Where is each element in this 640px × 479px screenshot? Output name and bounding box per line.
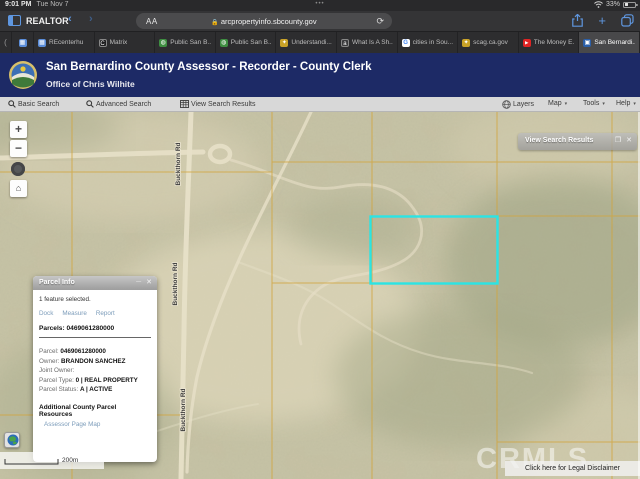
tab-favicon: a [341, 39, 349, 47]
battery-icon [623, 2, 636, 8]
road-label: Buckthorn Rd [180, 388, 187, 431]
tab-public-san-b-2[interactable]: ◍Public San B... [216, 32, 277, 53]
basemap-toggle-button[interactable] [4, 432, 20, 448]
view-search-results-button[interactable]: View Search Results [180, 100, 255, 108]
chevron-down-icon: ▾ [633, 101, 636, 107]
search-icon [8, 100, 16, 108]
report-link[interactable]: Report [96, 310, 115, 317]
dock-link[interactable]: Dock [39, 310, 53, 317]
tab-favicon: ◍ [220, 39, 228, 47]
tab-favicon: ▦ [38, 39, 46, 47]
url-text: arcpropertyinfo.sbcounty.gov [221, 17, 317, 26]
scale-label: 200m [62, 457, 78, 464]
parcels-header: Parcels: 0469061280000 [39, 325, 151, 332]
tools-menu[interactable]: Tools▾ [583, 100, 605, 107]
map-menu[interactable]: Map▾ [548, 100, 567, 107]
help-menu[interactable]: Help▾ [616, 100, 636, 107]
tab-favicon: ▣ [583, 39, 591, 47]
site-header: San Bernardino County Assessor - Recorde… [0, 53, 640, 97]
home-extent-button[interactable]: ⌂ [10, 180, 27, 197]
new-tab-button[interactable]: + [598, 14, 606, 27]
site-subtitle: Office of Chris Wilhite [46, 79, 135, 89]
reload-button[interactable]: ⟳ [376, 16, 384, 27]
tls-lock-icon: 🔒 [211, 20, 218, 26]
basemap-globe-icon [6, 433, 20, 447]
tab-group-name[interactable]: REALTOR [26, 16, 69, 26]
site-title: San Bernardino County Assessor - Recorde… [46, 61, 371, 73]
table-grid-icon [180, 100, 189, 108]
chevron-down-icon: ▾ [565, 101, 568, 107]
tab-favicon: C [99, 39, 107, 47]
tab-public-san-b-1[interactable]: ◍Public San B... [155, 32, 216, 53]
multitask-handle: ••• [0, 1, 640, 7]
panel-title: Parcel Info [39, 279, 75, 286]
minimize-icon[interactable]: — [136, 278, 141, 287]
advanced-search-button[interactable]: Advanced Search [86, 100, 151, 108]
parcel-info-header[interactable]: Parcel Info — ✕ [33, 276, 157, 290]
tab-favicon: G [402, 39, 410, 47]
zoom-out-button[interactable]: − [10, 140, 27, 157]
locate-button[interactable] [11, 162, 25, 176]
road-label: Buckthorn Rd [175, 142, 182, 185]
tab-recenterhub[interactable]: ▦REcenterhu [34, 32, 95, 53]
selection-status: 1 feature selected. [39, 296, 151, 303]
tab-favicon: ▶ [523, 39, 531, 47]
tab-scag[interactable]: ✦scag.ca.gov [458, 32, 519, 53]
field-row: Parcel: 0469061280000 [39, 347, 151, 357]
battery-percent: 33% [606, 1, 620, 8]
map-canvas[interactable]: Buckthorn Rd Buckthorn Rd Buckthorn Rd +… [0, 112, 640, 479]
sidebar-toggle-icon[interactable] [8, 15, 21, 26]
field-row: Parcel Type: 0 | REAL PROPERTY [39, 376, 151, 386]
tab-favicon: ◍ [159, 39, 167, 47]
divider [39, 337, 151, 338]
basic-search-button[interactable]: Basic Search [8, 100, 59, 108]
browser-toolbar: REALTOR ‹ › AA 🔒arcpropertyinfo.sbcounty… [0, 11, 640, 31]
road-label: Buckthorn Rd [172, 262, 179, 305]
share-icon[interactable] [572, 14, 583, 27]
assessor-page-map-link[interactable]: Assessor Page Map [44, 421, 151, 428]
county-seal-logo [8, 60, 38, 90]
tab-partial[interactable]: ( [0, 32, 12, 53]
address-bar[interactable]: AA 🔒arcpropertyinfo.sbcounty.gov ⟳ [136, 13, 392, 29]
layers-button[interactable]: Layers [502, 100, 534, 109]
results-panel-title: View Search Results [525, 137, 593, 144]
ios-status-bar: 9:01 PM Tue Nov 7 ••• 33% [0, 0, 640, 11]
field-row: Owner: BRANDON SANCHEZ [39, 357, 151, 367]
tab-favicon: ▦ [19, 39, 27, 47]
field-row: Joint Owner: [39, 366, 151, 376]
tab-favicon: ✦ [462, 39, 470, 47]
measure-link[interactable]: Measure [62, 310, 87, 317]
tab-matrix[interactable]: CMatrix [95, 32, 156, 53]
tab-san-bernardino-active[interactable]: ▣San Bernardi... [579, 32, 640, 53]
zoom-in-button[interactable]: + [10, 121, 27, 138]
scale-bar: 200m [0, 452, 104, 469]
close-icon[interactable]: ✕ [146, 278, 152, 287]
legal-disclaimer-link[interactable]: Click here for Legal Disclaimer [505, 461, 640, 476]
wifi-icon [594, 1, 603, 8]
back-button[interactable]: ‹ [68, 13, 72, 25]
field-row: Parcel Status: A | ACTIVE [39, 385, 151, 395]
tab-the-money-e[interactable]: ▶The Money E... [519, 32, 580, 53]
forward-button[interactable]: › [89, 13, 93, 25]
tab-favicon: ✦ [280, 39, 288, 47]
search-icon [86, 100, 94, 108]
tab-0[interactable]: ▦ [12, 32, 34, 53]
close-icon[interactable]: ✕ [626, 136, 632, 144]
view-search-results-panel[interactable]: View Search Results ❐ ✕ [518, 133, 637, 150]
chevron-down-icon: ▾ [602, 101, 605, 107]
layers-globe-icon [502, 100, 511, 109]
tab-cities-in-sou[interactable]: Gcities in Sou... [398, 32, 459, 53]
parcel-info-panel: Parcel Info — ✕ 1 feature selected. Dock… [33, 276, 157, 462]
restore-icon[interactable]: ❐ [615, 136, 621, 144]
tab-understanding[interactable]: ✦Understandi... [276, 32, 337, 53]
tab-overview-icon[interactable] [621, 14, 634, 27]
tab-bar: ( ▦ ▦REcenterhu CMatrix ◍Public San B...… [0, 31, 640, 53]
site-toolbar: Basic Search Advanced Search View Search… [0, 97, 640, 112]
resources-header: Additional County Parcel Resources [39, 404, 151, 418]
tab-what-is-a-sh[interactable]: aWhat Is A Sh... [337, 32, 398, 53]
